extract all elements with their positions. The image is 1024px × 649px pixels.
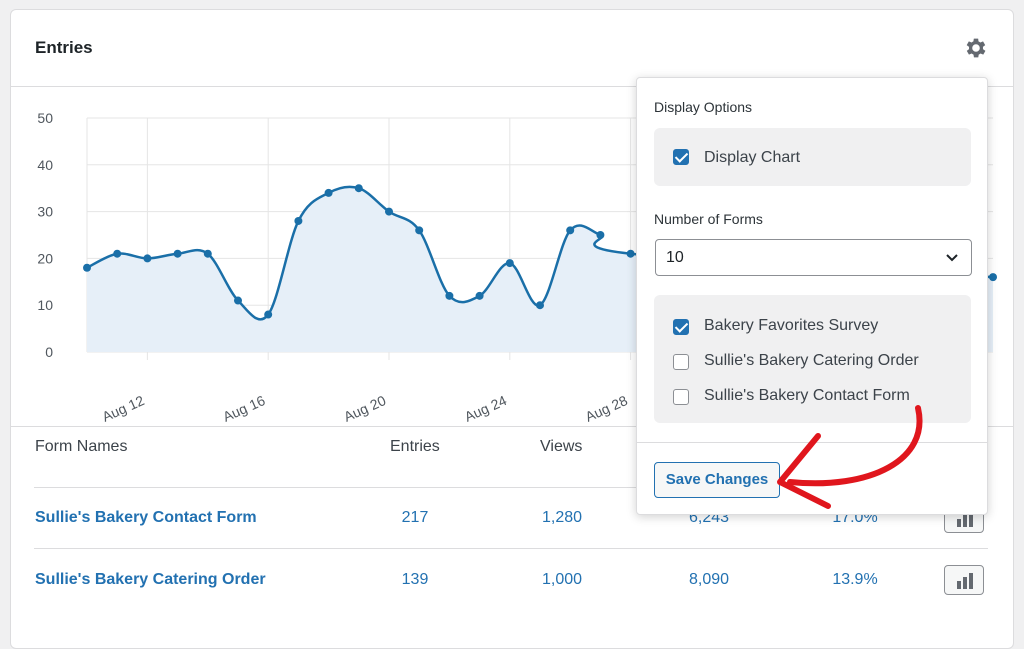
chevron-down-icon bbox=[946, 254, 958, 262]
data-point bbox=[264, 310, 273, 319]
data-point bbox=[415, 226, 424, 235]
data-point bbox=[505, 259, 514, 268]
display-options-label: Display Options bbox=[654, 99, 753, 115]
gear-icon[interactable] bbox=[963, 35, 989, 61]
form-checkbox[interactable] bbox=[673, 389, 689, 405]
y-tick-label: 0 bbox=[45, 344, 53, 360]
y-tick-label: 10 bbox=[37, 297, 53, 313]
form-checkbox[interactable] bbox=[673, 319, 689, 335]
x-tick-label: Aug 12 bbox=[100, 392, 147, 425]
number-of-forms-value: 10 bbox=[666, 249, 684, 266]
annotation-arrow bbox=[777, 405, 923, 509]
x-tick-label: Aug 16 bbox=[220, 392, 267, 425]
form-label[interactable]: Sullie's Bakery Catering Order bbox=[704, 352, 919, 370]
col-header-form-names: Form Names bbox=[35, 438, 128, 455]
bar-chart-icon bbox=[957, 573, 973, 589]
form-label[interactable]: Bakery Favorites Survey bbox=[704, 317, 878, 335]
data-point bbox=[536, 301, 544, 310]
row-divider bbox=[34, 548, 988, 549]
data-point bbox=[324, 188, 333, 197]
table-row-name[interactable]: Sullie's Bakery Catering Order bbox=[35, 571, 266, 589]
col-header-views: Views bbox=[540, 438, 583, 455]
table-row-col5: 13.9% bbox=[832, 571, 878, 588]
data-point bbox=[173, 249, 182, 258]
data-point bbox=[566, 226, 575, 235]
col-header-entries: Entries bbox=[390, 438, 440, 455]
table-row-name[interactable]: Sullie's Bakery Contact Form bbox=[35, 509, 257, 527]
row-chart-button[interactable] bbox=[944, 565, 984, 595]
data-point bbox=[596, 231, 605, 239]
table-row-entries: 139 bbox=[401, 571, 429, 588]
table-row-views: 1,000 bbox=[541, 571, 583, 588]
display-chart-label[interactable]: Display Chart bbox=[704, 149, 800, 167]
table-row-views: 1,280 bbox=[541, 509, 583, 526]
y-tick-label: 50 bbox=[37, 110, 53, 126]
data-point bbox=[143, 254, 152, 263]
data-point bbox=[475, 291, 484, 300]
y-tick-label: 20 bbox=[37, 250, 53, 266]
x-tick-label: Aug 20 bbox=[341, 392, 388, 425]
data-point bbox=[294, 216, 303, 225]
table-row-entries: 217 bbox=[401, 509, 429, 526]
data-point bbox=[83, 263, 91, 272]
x-tick-label: Aug 24 bbox=[462, 392, 509, 425]
y-tick-label: 40 bbox=[37, 157, 53, 173]
y-tick-label: 30 bbox=[37, 204, 53, 220]
data-point bbox=[354, 184, 363, 193]
data-point bbox=[203, 249, 212, 258]
x-tick-label: Aug 28 bbox=[583, 392, 630, 425]
number-of-forms-select[interactable]: 10 bbox=[655, 239, 972, 276]
data-point bbox=[113, 249, 122, 258]
data-point bbox=[445, 291, 454, 300]
number-of-forms-label: Number of Forms bbox=[654, 211, 763, 227]
data-point bbox=[234, 296, 242, 305]
table-row-col4: 8,090 bbox=[688, 571, 730, 588]
display-chart-option: Display Chart bbox=[654, 128, 971, 186]
data-point bbox=[385, 207, 393, 216]
panel-header: Entries bbox=[11, 10, 1013, 87]
form-checkbox[interactable] bbox=[673, 354, 689, 370]
data-point bbox=[989, 273, 997, 282]
panel-title: Entries bbox=[35, 38, 93, 57]
display-chart-checkbox[interactable] bbox=[673, 149, 689, 165]
data-point bbox=[626, 249, 635, 258]
